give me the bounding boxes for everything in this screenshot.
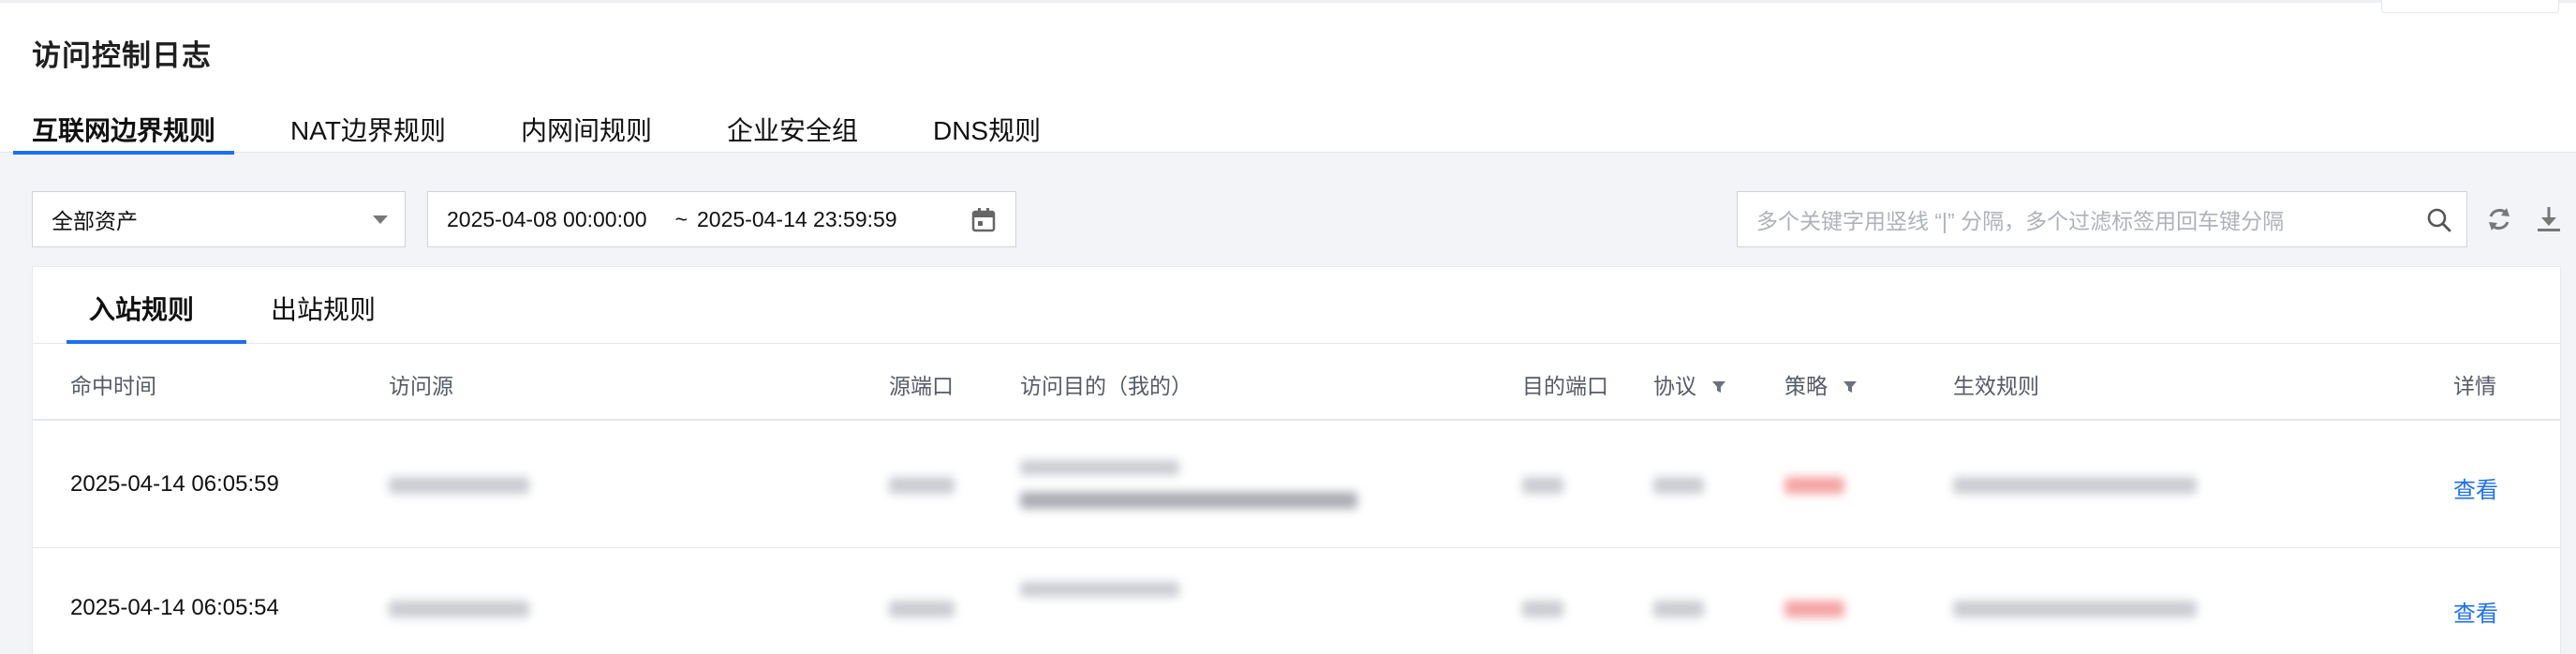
tab-outbound[interactable]: 出站规则 xyxy=(271,290,376,327)
redacted-source-port xyxy=(889,477,955,494)
log-table-panel: 入站规则 出站规则 命中时间 访问源 源端口 访问目的（我的） 目的端口 协议 … xyxy=(32,266,2561,654)
redacted-protocol xyxy=(1653,477,1704,494)
tab-enterprise-security-group[interactable]: 企业安全组 xyxy=(727,103,858,153)
col-policy: 策略 xyxy=(1784,368,1858,400)
search-icon[interactable] xyxy=(2425,206,2453,234)
page-title: 访问控制日志 xyxy=(32,39,212,72)
redacted-destination xyxy=(1020,582,1179,597)
date-range-picker[interactable]: 2025-04-08 00:00:00 ~ 2025-04-14 23:59:5… xyxy=(427,191,1016,247)
direction-tabs: 入站规则 出站规则 xyxy=(33,267,2560,344)
top-right-card-edge xyxy=(2381,0,2559,13)
tab-internet-boundary[interactable]: 互联网边界规则 xyxy=(12,103,235,155)
row-time: 2025-04-14 06:05:59 xyxy=(70,471,279,497)
redacted-dest-port xyxy=(1522,601,1563,617)
tab-intranet[interactable]: 内网间规则 xyxy=(521,103,652,153)
table-header: 命中时间 访问源 源端口 访问目的（我的） 目的端口 协议 策略 生效规则 详情 xyxy=(33,344,2560,421)
tab-inbound[interactable]: 入站规则 xyxy=(89,290,194,327)
filter-icon[interactable] xyxy=(1843,379,1858,394)
col-protocol: 协议 xyxy=(1653,368,1726,400)
search-input[interactable]: 多个关键字用竖线 “|” 分隔，多个过滤标签用回车键分隔 xyxy=(1737,191,2467,247)
redacted-effective-rule xyxy=(1953,601,2197,617)
date-end: 2025-04-14 23:59:59 xyxy=(697,206,897,231)
calendar-icon xyxy=(971,208,996,232)
redacted-policy xyxy=(1784,477,1844,494)
download-icon[interactable] xyxy=(2534,204,2564,234)
search-placeholder: 多个关键字用竖线 “|” 分隔，多个过滤标签用回车键分隔 xyxy=(1756,209,2285,233)
filter-icon[interactable] xyxy=(1711,379,1726,394)
date-start: 2025-04-08 00:00:00 xyxy=(447,206,647,231)
redacted-policy xyxy=(1784,601,1844,617)
redacted-destination xyxy=(1020,460,1179,475)
col-hit-time: 命中时间 xyxy=(70,374,156,398)
table-row: 2025-04-14 06:05:59 查看 xyxy=(33,423,2560,548)
col-source: 访问源 xyxy=(389,374,453,398)
view-detail-link[interactable]: 查看 xyxy=(2453,471,2498,504)
redacted-source xyxy=(389,601,529,617)
asset-select-value: 全部资产 xyxy=(52,209,138,233)
table-row: 2025-04-14 06:05:54 查看 xyxy=(33,548,2560,654)
redacted-effective-rule xyxy=(1953,477,2197,494)
redacted-destination-detail xyxy=(1020,492,1357,509)
tab-nat-boundary[interactable]: NAT边界规则 xyxy=(290,103,446,153)
page-header: 访问控制日志 互联网边界规则 NAT边界规则 内网间规则 企业安全组 DNS规则 xyxy=(0,0,2576,155)
row-time: 2025-04-14 06:05:54 xyxy=(70,595,279,620)
redacted-source-port xyxy=(889,601,955,617)
col-source-port: 源端口 xyxy=(889,374,954,398)
col-detail: 详情 xyxy=(2453,374,2496,398)
col-protocol-label: 协议 xyxy=(1653,374,1696,398)
col-effective-rule: 生效规则 xyxy=(1953,374,2039,398)
redacted-dest-port xyxy=(1522,477,1563,494)
date-separator: ~ xyxy=(674,206,688,231)
col-policy-label: 策略 xyxy=(1784,374,1828,398)
tab-dns[interactable]: DNS规则 xyxy=(933,103,1041,153)
asset-select[interactable]: 全部资产 xyxy=(32,191,406,247)
chevron-down-icon xyxy=(373,216,388,224)
rule-type-tabs: 互联网边界规则 NAT边界规则 内网间规则 企业安全组 DNS规则 xyxy=(12,103,1116,155)
col-dest-port: 目的端口 xyxy=(1522,374,1608,398)
redacted-protocol xyxy=(1653,601,1704,617)
refresh-icon[interactable] xyxy=(2484,204,2514,234)
top-divider xyxy=(0,0,2576,3)
redacted-source xyxy=(389,477,529,494)
view-detail-link[interactable]: 查看 xyxy=(2453,595,2498,628)
col-destination: 访问目的（我的） xyxy=(1020,374,1192,398)
